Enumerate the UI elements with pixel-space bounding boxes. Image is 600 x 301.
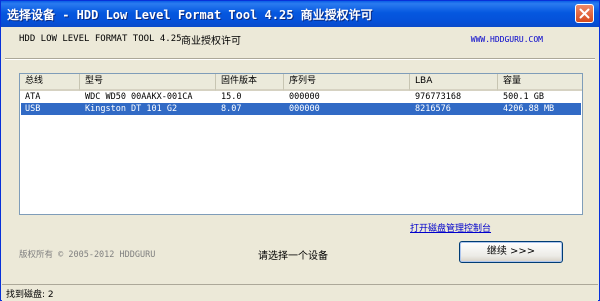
disk-management-link[interactable]: 打开磁盘管理控制台 xyxy=(410,221,491,234)
title-bar[interactable]: 选择设备 - HDD Low Level Format Tool 4.25 商业… xyxy=(1,1,599,27)
website-link[interactable]: WWW.HDDGURU.COM xyxy=(471,35,543,44)
copyright-text: 版权所有 © 2005-2012 HDDGURU xyxy=(19,250,156,260)
cell-bus: USB xyxy=(25,104,41,114)
cell-capacity: 500.1 GB xyxy=(503,92,544,102)
cell-bus: ATA xyxy=(25,92,41,102)
table-row-selected[interactable]: USB Kingston DT 101 G2 8.07 000000 82165… xyxy=(21,103,581,115)
device-list[interactable]: 总线 型号 固件版本 序列号 LBA 容量 ATA WDC WD50 00AAK… xyxy=(19,73,583,215)
continue-button[interactable]: 继续 >>> xyxy=(459,241,563,263)
close-button[interactable] xyxy=(575,4,594,23)
cell-lba: 8216576 xyxy=(415,104,451,114)
header-divider xyxy=(5,58,595,60)
cell-firmware: 8.07 xyxy=(221,104,242,114)
column-header-bus[interactable]: 总线 xyxy=(20,74,80,91)
cell-serial: 000000 xyxy=(289,104,320,114)
license-label: 商业授权许可 xyxy=(181,36,241,47)
select-device-prompt: 请选择一个设备 xyxy=(258,251,328,262)
app-window: 选择设备 - HDD Low Level Format Tool 4.25 商业… xyxy=(0,0,600,301)
cell-serial: 000000 xyxy=(289,92,320,102)
found-disks-status: 找到磁盘: 2 xyxy=(6,290,54,300)
column-header-capacity[interactable]: 容量 xyxy=(498,74,582,91)
cell-model: WDC WD50 00AAKX-001CA xyxy=(85,92,193,102)
window-title: 选择设备 - HDD Low Level Format Tool 4.25 商业… xyxy=(7,8,373,22)
cell-firmware: 15.0 xyxy=(221,92,242,102)
status-bar: 找到磁盘: 2 xyxy=(2,284,598,301)
close-icon xyxy=(579,8,590,19)
column-header-model[interactable]: 型号 xyxy=(80,74,216,91)
cell-capacity: 4206.88 MB xyxy=(503,104,555,114)
table-row[interactable]: ATA WDC WD50 00AAKX-001CA 15.0 000000 97… xyxy=(21,91,581,103)
product-name: HDD LOW LEVEL FORMAT TOOL 4.25 xyxy=(19,34,182,44)
cell-model: Kingston DT 101 G2 xyxy=(85,104,178,114)
cell-lba: 976773168 xyxy=(415,92,462,102)
column-header-serial[interactable]: 序列号 xyxy=(284,74,410,91)
column-header-lba[interactable]: LBA xyxy=(410,74,498,91)
column-header-firmware[interactable]: 固件版本 xyxy=(216,74,284,91)
product-header: HDD LOW LEVEL FORMAT TOOL 4.25 商业授权许可 WW… xyxy=(5,27,595,57)
